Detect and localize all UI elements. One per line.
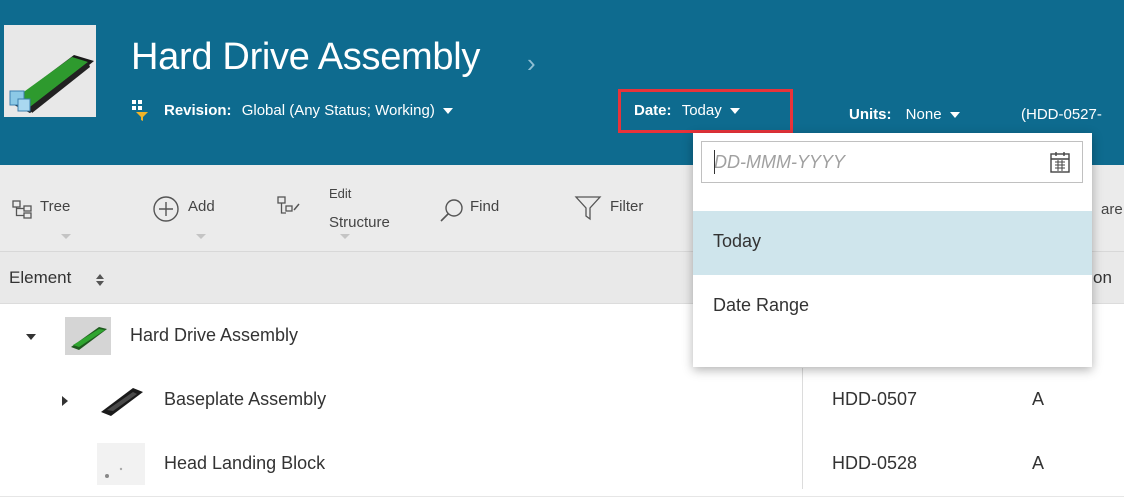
expand-icon[interactable] xyxy=(62,396,68,406)
table-row[interactable]: Baseplate Assembly HDD-0507 A xyxy=(0,368,1124,433)
find-button[interactable]: Find xyxy=(470,198,499,215)
edit-dropdown-caret-icon[interactable] xyxy=(340,234,350,239)
edit-structure-line1[interactable]: Edit xyxy=(329,186,351,201)
date-input[interactable] xyxy=(702,142,1032,182)
sort-icon[interactable] xyxy=(95,273,105,287)
date-option-date-range[interactable]: Date Range xyxy=(693,275,1092,339)
part-thumbnail xyxy=(97,380,145,420)
revision-value: Global (Any Status; Working) xyxy=(241,102,435,119)
collapse-icon[interactable] xyxy=(26,334,36,340)
edit-structure-button[interactable]: Structure xyxy=(329,214,390,231)
option-label: Today xyxy=(713,231,762,251)
tree-button[interactable]: Tree xyxy=(40,198,70,215)
calendar-icon[interactable] xyxy=(1050,151,1070,173)
row-element-name: Baseplate Assembly xyxy=(164,389,327,409)
row-revision: A xyxy=(1032,389,1045,409)
tree-dropdown-caret-icon[interactable] xyxy=(61,234,71,239)
units-selector[interactable]: Units: None xyxy=(849,106,960,123)
search-icon xyxy=(440,199,463,222)
revision-label: Revision: xyxy=(164,102,232,119)
date-option-today[interactable]: Today xyxy=(693,211,1092,275)
units-value: None xyxy=(905,106,942,123)
part-thumbnail xyxy=(97,443,145,485)
date-dropdown-menu: Today Date Range xyxy=(693,133,1092,367)
row-element-name: Head Landing Block xyxy=(164,453,326,473)
filter-icon xyxy=(574,196,602,221)
add-button[interactable]: Add xyxy=(188,198,215,215)
assembly-thumbnail xyxy=(4,25,96,117)
text-cursor xyxy=(714,150,715,174)
chevron-down-icon xyxy=(949,112,960,119)
date-highlight-box xyxy=(618,89,793,133)
compare-button-partial[interactable]: are xyxy=(1101,201,1123,218)
row-number: HDD-0528 xyxy=(832,453,918,473)
tree-icon xyxy=(12,200,32,219)
workspace-filter-icon[interactable] xyxy=(130,99,150,121)
table-row[interactable]: Head Landing Block HDD-0528 A xyxy=(0,432,1124,497)
breadcrumb-chevron-icon[interactable]: › xyxy=(527,48,536,79)
chevron-down-icon xyxy=(442,108,453,115)
column-header-partial[interactable]: on xyxy=(1093,268,1112,288)
row-number: HDD-0507 xyxy=(832,389,918,409)
column-header-element[interactable]: Element xyxy=(9,268,71,288)
add-circle-icon xyxy=(153,196,179,222)
row-element-name: Hard Drive Assembly xyxy=(130,325,299,345)
units-label: Units: xyxy=(849,106,892,123)
column-divider xyxy=(802,368,803,489)
revision-selector[interactable]: Revision: Global (Any Status; Working) xyxy=(164,102,453,119)
filter-button[interactable]: Filter xyxy=(610,198,643,215)
add-dropdown-caret-icon[interactable] xyxy=(196,234,206,239)
page-title: Hard Drive Assembly xyxy=(131,36,481,78)
date-input-field[interactable] xyxy=(701,141,1083,183)
option-label: Date Range xyxy=(713,295,810,315)
context-id: (HDD-0527- xyxy=(1021,106,1102,123)
part-thumbnail xyxy=(65,317,111,355)
row-revision: A xyxy=(1032,453,1045,473)
edit-structure-icon xyxy=(277,196,300,214)
